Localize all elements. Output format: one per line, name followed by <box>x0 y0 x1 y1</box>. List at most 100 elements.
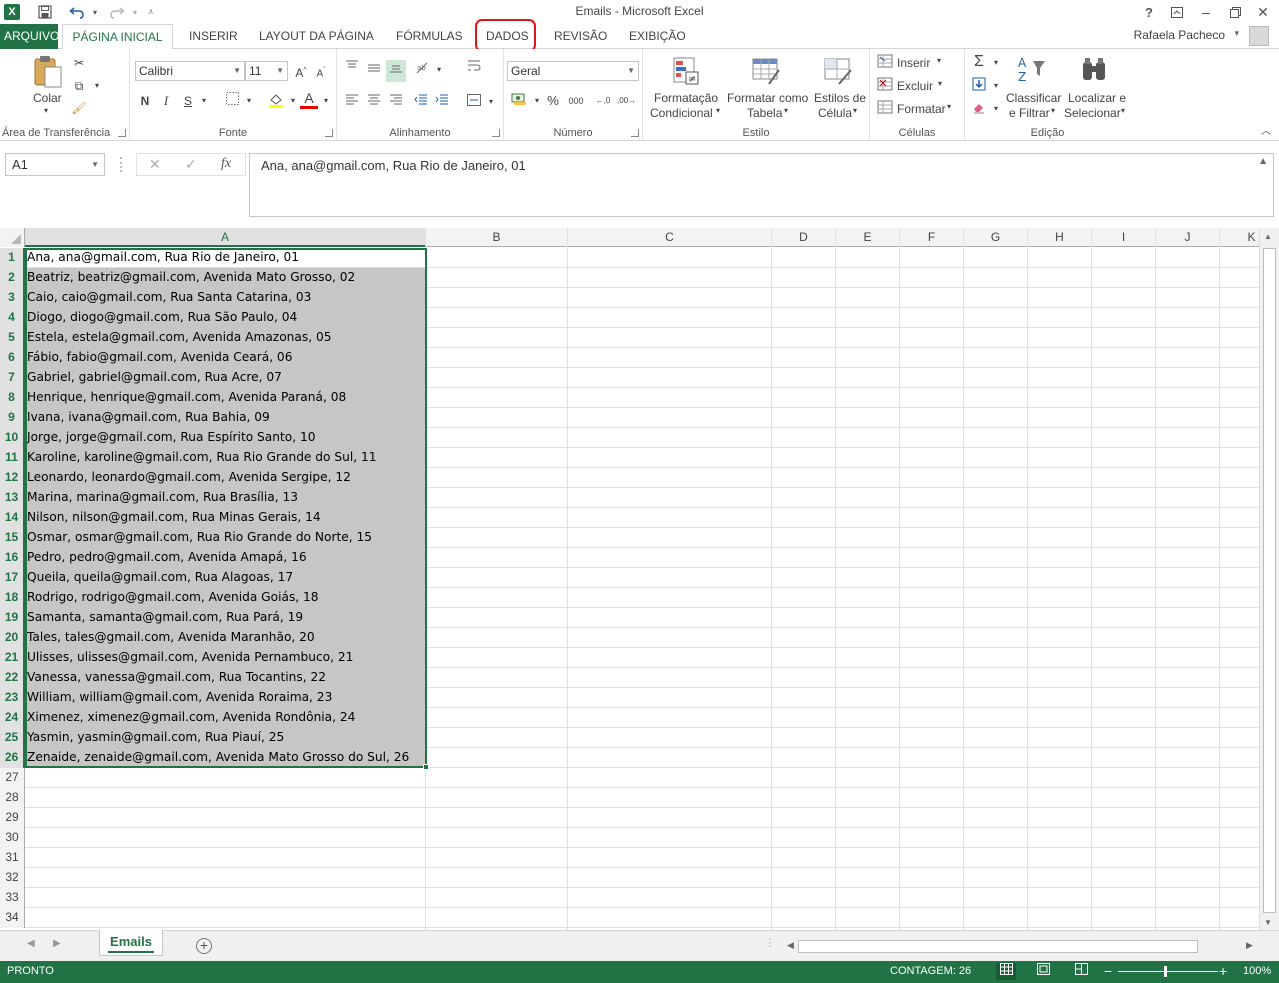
cell-a18[interactable]: Rodrigo, rodrigo@gmail.com, Avenida Goiá… <box>25 588 426 608</box>
cell-a5[interactable]: Estela, estela@gmail.com, Avenida Amazon… <box>25 328 426 348</box>
zoom-slider[interactable] <box>1118 971 1218 972</box>
row-header[interactable]: 6 <box>0 348 25 368</box>
cell-a27[interactable] <box>25 768 426 788</box>
conditional-formatting-icon[interactable]: ≠ <box>671 56 703 88</box>
select-all-button[interactable] <box>0 228 25 247</box>
row-header[interactable]: 25 <box>0 728 25 748</box>
format-cells-icon[interactable] <box>876 100 894 118</box>
row-header[interactable]: 17 <box>0 568 25 588</box>
font-color-dropdown-icon[interactable]: ▾ <box>317 92 335 110</box>
accounting-format-icon[interactable] <box>510 92 528 110</box>
sort-filter-label-2[interactable]: e Filtrar <box>1009 106 1050 120</box>
paste-dropdown-icon[interactable]: ▾ <box>44 106 48 115</box>
cell-a29[interactable] <box>25 808 426 828</box>
chevron-down-icon[interactable]: ▾ <box>937 56 941 65</box>
user-name[interactable]: Rafaela Pacheco <box>1134 28 1225 42</box>
decrease-font-size-icon[interactable]: Aˇ <box>312 62 330 80</box>
cell-a31[interactable] <box>25 848 426 868</box>
chevron-down-icon[interactable]: ▾ <box>1121 106 1125 115</box>
autosum-dropdown-icon[interactable]: ▾ <box>987 54 1005 72</box>
page-layout-view-icon[interactable] <box>1033 963 1053 980</box>
chevron-down-icon[interactable]: ▾ <box>938 79 942 88</box>
autosum-icon[interactable]: Σ <box>970 53 988 71</box>
bold-button[interactable]: N <box>136 92 154 110</box>
cell-a8[interactable]: Henrique, henrique@gmail.com, Avenida Pa… <box>25 388 426 408</box>
format-as-table-label-1[interactable]: Formatar como <box>727 91 808 105</box>
clear-dropdown-icon[interactable]: ▾ <box>987 100 1005 118</box>
row-header[interactable]: 33 <box>0 888 25 908</box>
cell-a4[interactable]: Diogo, diogo@gmail.com, Rua São Paulo, 0… <box>25 308 426 328</box>
cell-styles-label-2[interactable]: Célula <box>818 106 852 120</box>
previous-sheet-icon[interactable]: ◀ <box>27 938 35 949</box>
column-header-c[interactable]: C <box>568 228 772 247</box>
formula-input[interactable]: Ana, ana@gmail.com, Rua Rio de Janeiro, … <box>249 153 1274 217</box>
tab-formulas[interactable]: FÓRMULAS <box>392 24 467 49</box>
horizontal-scrollbar[interactable]: ◀ ▶ <box>785 939 1258 955</box>
italic-button[interactable]: I <box>157 92 175 110</box>
row-header[interactable]: 11 <box>0 448 25 468</box>
cell-styles-label-1[interactable]: Estilos de <box>814 91 866 105</box>
row-header[interactable]: 10 <box>0 428 25 448</box>
dialog-launcher-icon[interactable] <box>492 129 500 137</box>
tab-file[interactable]: ARQUIVO <box>0 24 59 49</box>
row-header[interactable]: 21 <box>0 648 25 668</box>
clear-icon[interactable] <box>970 100 988 118</box>
dialog-launcher-icon[interactable] <box>325 129 333 137</box>
fill-color-icon[interactable] <box>267 92 285 110</box>
row-header[interactable]: 2 <box>0 268 25 288</box>
tab-home[interactable]: PÁGINA INICIAL <box>62 24 173 50</box>
cell-a25[interactable]: Yasmin, yasmin@gmail.com, Rua Piauí, 25 <box>25 728 426 748</box>
cell-a15[interactable]: Osmar, osmar@gmail.com, Rua Rio Grande d… <box>25 528 426 548</box>
row-header[interactable]: 14 <box>0 508 25 528</box>
decrease-decimal-icon[interactable]: ,00→ <box>617 92 636 110</box>
column-header-e[interactable]: E <box>836 228 900 247</box>
font-color-icon[interactable]: A <box>300 91 318 109</box>
cell-a11[interactable]: Karoline, karoline@gmail.com, Rua Rio Gr… <box>25 448 426 468</box>
insert-cells-icon[interactable] <box>876 54 894 72</box>
cell-a33[interactable] <box>25 888 426 908</box>
dialog-launcher-icon[interactable] <box>631 129 639 137</box>
align-center-icon[interactable] <box>365 93 383 111</box>
chevron-down-icon[interactable]: ▾ <box>1051 106 1055 115</box>
row-header[interactable]: 23 <box>0 688 25 708</box>
cell-a16[interactable]: Pedro, pedro@gmail.com, Avenida Amapá, 1… <box>25 548 426 568</box>
dialog-launcher-icon[interactable] <box>118 129 126 137</box>
insert-function-icon[interactable]: fx <box>221 156 231 172</box>
cell-styles-icon[interactable] <box>823 56 855 88</box>
row-header[interactable]: 32 <box>0 868 25 888</box>
cell-a20[interactable]: Tales, tales@gmail.com, Avenida Maranhão… <box>25 628 426 648</box>
row-header[interactable]: 1 <box>0 248 25 268</box>
normal-view-icon[interactable] <box>996 963 1016 980</box>
row-header[interactable]: 26 <box>0 748 25 768</box>
row-header[interactable]: 9 <box>0 408 25 428</box>
vertical-scroll-thumb[interactable] <box>1263 248 1276 913</box>
row-header[interactable]: 16 <box>0 548 25 568</box>
align-top-icon[interactable] <box>343 59 361 77</box>
row-header[interactable]: 4 <box>0 308 25 328</box>
font-size-select[interactable]: 11 ▼ <box>245 61 288 81</box>
page-break-view-icon[interactable] <box>1071 963 1091 980</box>
cell-a2[interactable]: Beatriz, beatriz@gmail.com, Avenida Mato… <box>25 268 426 288</box>
cancel-icon[interactable]: ✕ <box>149 156 161 173</box>
row-header[interactable]: 3 <box>0 288 25 308</box>
vertical-scrollbar[interactable]: ▲ ▼ <box>1259 228 1279 930</box>
chevron-down-icon[interactable]: ▾ <box>947 102 951 111</box>
copy-dropdown-icon[interactable]: ▾ <box>88 77 106 95</box>
column-header-b[interactable]: B <box>426 228 568 247</box>
chevron-down-icon[interactable]: ▾ <box>853 106 857 115</box>
ribbon-display-options-icon[interactable] <box>1168 3 1186 21</box>
borders-dropdown-icon[interactable]: ▾ <box>240 92 258 110</box>
insert-button[interactable]: Inserir <box>897 56 930 70</box>
sort-filter-icon[interactable]: AZ <box>1015 55 1047 87</box>
format-as-table-label-2[interactable]: Tabela <box>747 106 782 120</box>
add-sheet-button[interactable]: + <box>196 938 212 954</box>
zoom-level[interactable]: 100% <box>1243 965 1271 977</box>
column-header-d[interactable]: D <box>772 228 836 247</box>
help-icon[interactable]: ? <box>1140 3 1158 21</box>
format-painter-icon[interactable]: 🖌 <box>70 99 88 117</box>
align-middle-icon[interactable] <box>365 61 383 79</box>
row-header[interactable]: 29 <box>0 808 25 828</box>
zoom-in-button[interactable]: + <box>1219 963 1227 979</box>
wrap-text-icon[interactable] <box>465 59 483 77</box>
borders-icon[interactable] <box>223 92 241 110</box>
